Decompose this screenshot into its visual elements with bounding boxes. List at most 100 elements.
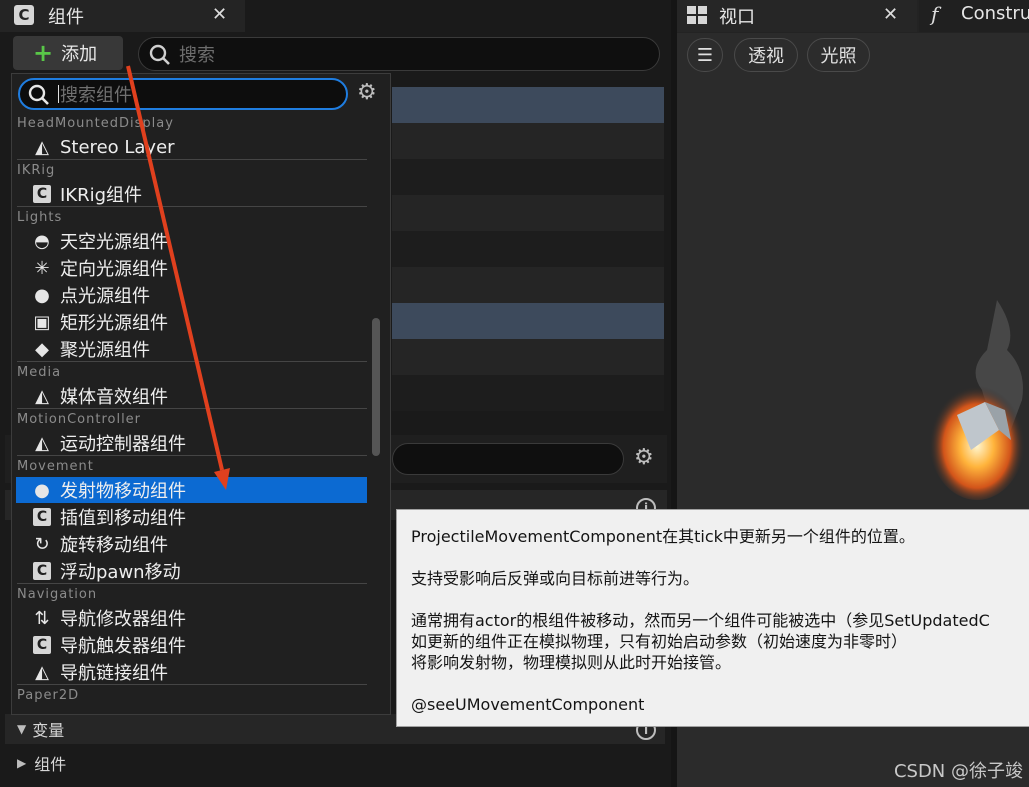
- category-divider: [17, 361, 367, 362]
- component-label: 插值到移动组件: [60, 508, 186, 529]
- gear-icon[interactable]: ⚙: [357, 80, 377, 105]
- component-list-item[interactable]: C 导航触发器组件: [16, 632, 367, 658]
- category-header: Lights: [17, 210, 63, 225]
- list-row[interactable]: [392, 123, 664, 159]
- plus-icon: +: [33, 39, 54, 67]
- tab-label: 视口: [719, 7, 755, 28]
- component-list-item[interactable]: ◭ 媒体音效组件: [16, 383, 367, 409]
- close-icon[interactable]: ✕: [212, 4, 227, 25]
- function-icon: f: [931, 2, 939, 26]
- component-label: 导航修改器组件: [60, 609, 186, 630]
- category-header: Navigation: [17, 587, 98, 602]
- component-list-item[interactable]: C IKRig组件: [16, 181, 367, 207]
- tab-viewport[interactable]: 视口 ✕: [677, 0, 917, 32]
- rect-light-icon: ▣: [33, 311, 51, 333]
- tab-label: 组件: [48, 7, 84, 28]
- tooltip-line: 如更新的组件正在模拟物理，只有初始启动参数（初始速度为非零时）: [411, 632, 908, 651]
- triangle-right-icon: ▶: [17, 756, 27, 770]
- rotating-movement-icon: ↻: [34, 533, 50, 555]
- actor-component-icon: ◭: [35, 661, 49, 683]
- component-label: 导航链接组件: [60, 663, 168, 684]
- actor-component-icon: ◭: [35, 432, 49, 454]
- component-label: 媒体音效组件: [60, 387, 168, 408]
- point-light-icon: ●: [34, 284, 50, 306]
- component-label: 运动控制器组件: [60, 434, 186, 455]
- list-row[interactable]: [392, 159, 664, 195]
- category-divider: [17, 159, 367, 160]
- list-row[interactable]: [392, 231, 664, 267]
- perspective-label: 透视: [748, 46, 784, 67]
- category-header: HeadMountedDisplay: [17, 116, 174, 131]
- viewport-menu-button[interactable]: ☰: [687, 38, 723, 72]
- search-input[interactable]: 搜索: [138, 37, 660, 71]
- category-header: Movement: [17, 459, 94, 474]
- component-label: Stereo Layer: [60, 136, 175, 158]
- close-icon[interactable]: ✕: [883, 4, 898, 25]
- variables-label: 变量: [32, 721, 65, 740]
- component-list-item[interactable]: ● 发射物移动组件: [16, 477, 367, 503]
- category-header: MotionController: [17, 412, 142, 427]
- component-list-item[interactable]: ✳ 定向光源组件: [16, 255, 367, 281]
- category-divider: [17, 455, 367, 456]
- spot-light-icon: ◆: [35, 338, 49, 360]
- search-placeholder: 搜索组件: [60, 85, 132, 106]
- category-header: Paper2D: [17, 688, 80, 703]
- list-row[interactable]: [392, 303, 664, 339]
- list-row[interactable]: [392, 195, 664, 231]
- tab-components[interactable]: C 组件 ✕: [0, 0, 245, 32]
- tooltip-line: @seeUMovementComponent: [411, 695, 645, 714]
- tab-construction-script[interactable]: f Constru: [919, 0, 1029, 32]
- category-divider: [17, 684, 367, 685]
- projectile-icon: ●: [34, 479, 50, 501]
- list-row[interactable]: [392, 267, 664, 303]
- blueprint-component-icon: C: [14, 5, 34, 25]
- component-list-item[interactable]: ↻ 旋转移动组件: [16, 531, 367, 557]
- component-label: 定向光源组件: [60, 259, 168, 280]
- component-label: 点光源组件: [60, 286, 150, 307]
- component-list-item[interactable]: ⇅ 导航修改器组件: [16, 605, 367, 631]
- list-row[interactable]: [392, 87, 664, 123]
- component-label: 旋转移动组件: [60, 535, 168, 556]
- tooltip-line: ProjectileMovementComponent在其tick中更新另一个组…: [411, 527, 915, 546]
- details-search-input[interactable]: [392, 443, 624, 475]
- add-component-dropdown: 搜索组件 ⚙ HeadMountedDisplay ◭ Stereo Layer IK…: [11, 73, 391, 715]
- component-list-item[interactable]: C 插值到移动组件: [16, 504, 367, 530]
- list-row[interactable]: [392, 375, 664, 411]
- component-list-item[interactable]: ◆ 聚光源组件: [16, 336, 367, 362]
- directional-light-icon: ✳: [34, 257, 50, 279]
- tooltip-line: 支持受影响后反弹或向目标前进等行为。: [411, 569, 700, 588]
- category-header: IKRig: [17, 163, 56, 178]
- components-section[interactable]: ▶ 组件: [5, 748, 665, 778]
- tooltip-line: 通常拥有actor的根组件被移动，然而另一个组件可能被选中（参见SetUpdat…: [411, 611, 990, 630]
- component-search-input[interactable]: 搜索组件: [18, 78, 348, 110]
- triangle-down-icon: ▼: [17, 722, 27, 736]
- actor-component-icon: ◭: [35, 136, 49, 158]
- add-component-button[interactable]: + 添加: [13, 36, 123, 70]
- perspective-button[interactable]: 透视: [734, 38, 798, 72]
- component-label: 浮动pawn移动: [60, 562, 181, 583]
- component-list-item[interactable]: ◓ 天空光源组件: [16, 228, 367, 254]
- watermark: CSDN @徐子竣: [893, 761, 1023, 782]
- gear-icon[interactable]: ⚙: [634, 445, 654, 470]
- component-label: 矩形光源组件: [60, 313, 168, 334]
- component-list-item[interactable]: ● 点光源组件: [16, 282, 367, 308]
- actor-component-icon: ◭: [35, 385, 49, 407]
- component-list-item[interactable]: ◭ 运动控制器组件: [16, 430, 367, 456]
- list-row[interactable]: [392, 339, 664, 375]
- component-list-item[interactable]: ▣ 矩形光源组件: [16, 309, 367, 335]
- scene-component-icon: C: [30, 634, 54, 656]
- search-icon: [28, 84, 49, 105]
- hamburger-icon: ☰: [696, 44, 714, 66]
- scene-component-icon: C: [30, 506, 54, 528]
- search-icon: [149, 44, 170, 65]
- scrollbar[interactable]: [372, 318, 380, 456]
- lighting-label: 光照: [820, 46, 857, 67]
- scene-component-icon: C: [30, 560, 54, 582]
- component-list-item[interactable]: ◭ 导航链接组件: [16, 659, 367, 685]
- component-label: 发射物移动组件: [60, 481, 186, 502]
- tab-label: Constru: [961, 3, 1029, 24]
- component-list-item[interactable]: ◭ Stereo Layer: [16, 134, 367, 160]
- component-list: HeadMountedDisplay ◭ Stereo Layer IKRig C IKR…: [12, 114, 368, 714]
- component-list-item[interactable]: C 浮动pawn移动: [16, 558, 367, 584]
- lighting-button[interactable]: 光照: [807, 38, 870, 72]
